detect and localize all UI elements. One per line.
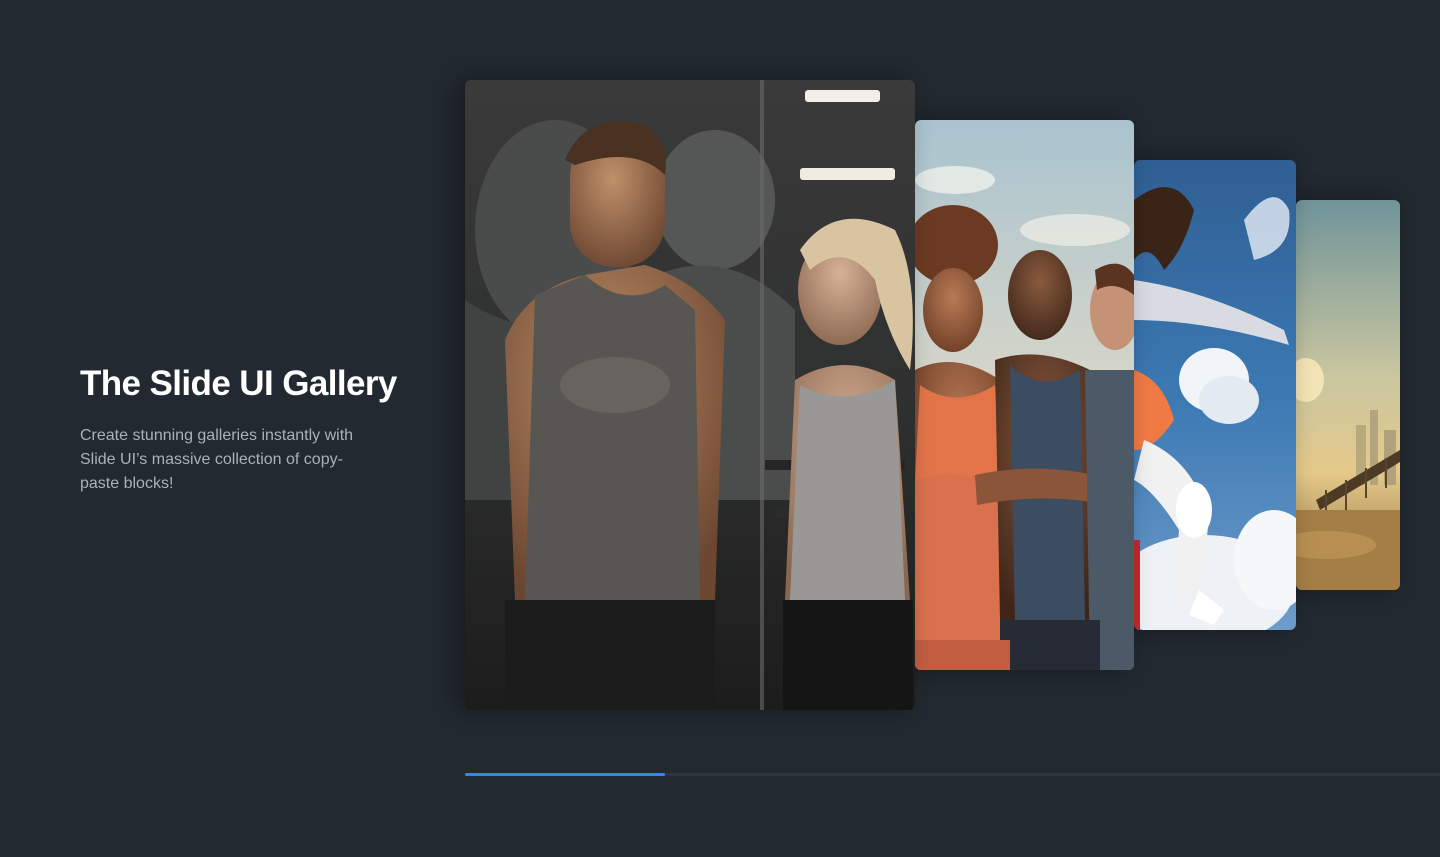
gallery-slide-jumping[interactable] [1134, 160, 1296, 630]
gallery-slide-cityscape[interactable] [1296, 200, 1400, 590]
gym-couple-image [465, 80, 915, 710]
jumping-woman-image [1134, 160, 1296, 630]
gallery-progress-bar[interactable] [465, 773, 1440, 776]
gallery-progress-indicator [465, 773, 665, 776]
athletes-image [915, 120, 1134, 670]
page: The Slide UI Gallery Create stunning gal… [0, 0, 1440, 857]
gallery-slide-athletes[interactable] [915, 120, 1134, 670]
image-gallery-carousel [0, 0, 1440, 760]
cityscape-image [1296, 200, 1400, 590]
gallery-slide-gym-couple[interactable] [465, 80, 915, 710]
